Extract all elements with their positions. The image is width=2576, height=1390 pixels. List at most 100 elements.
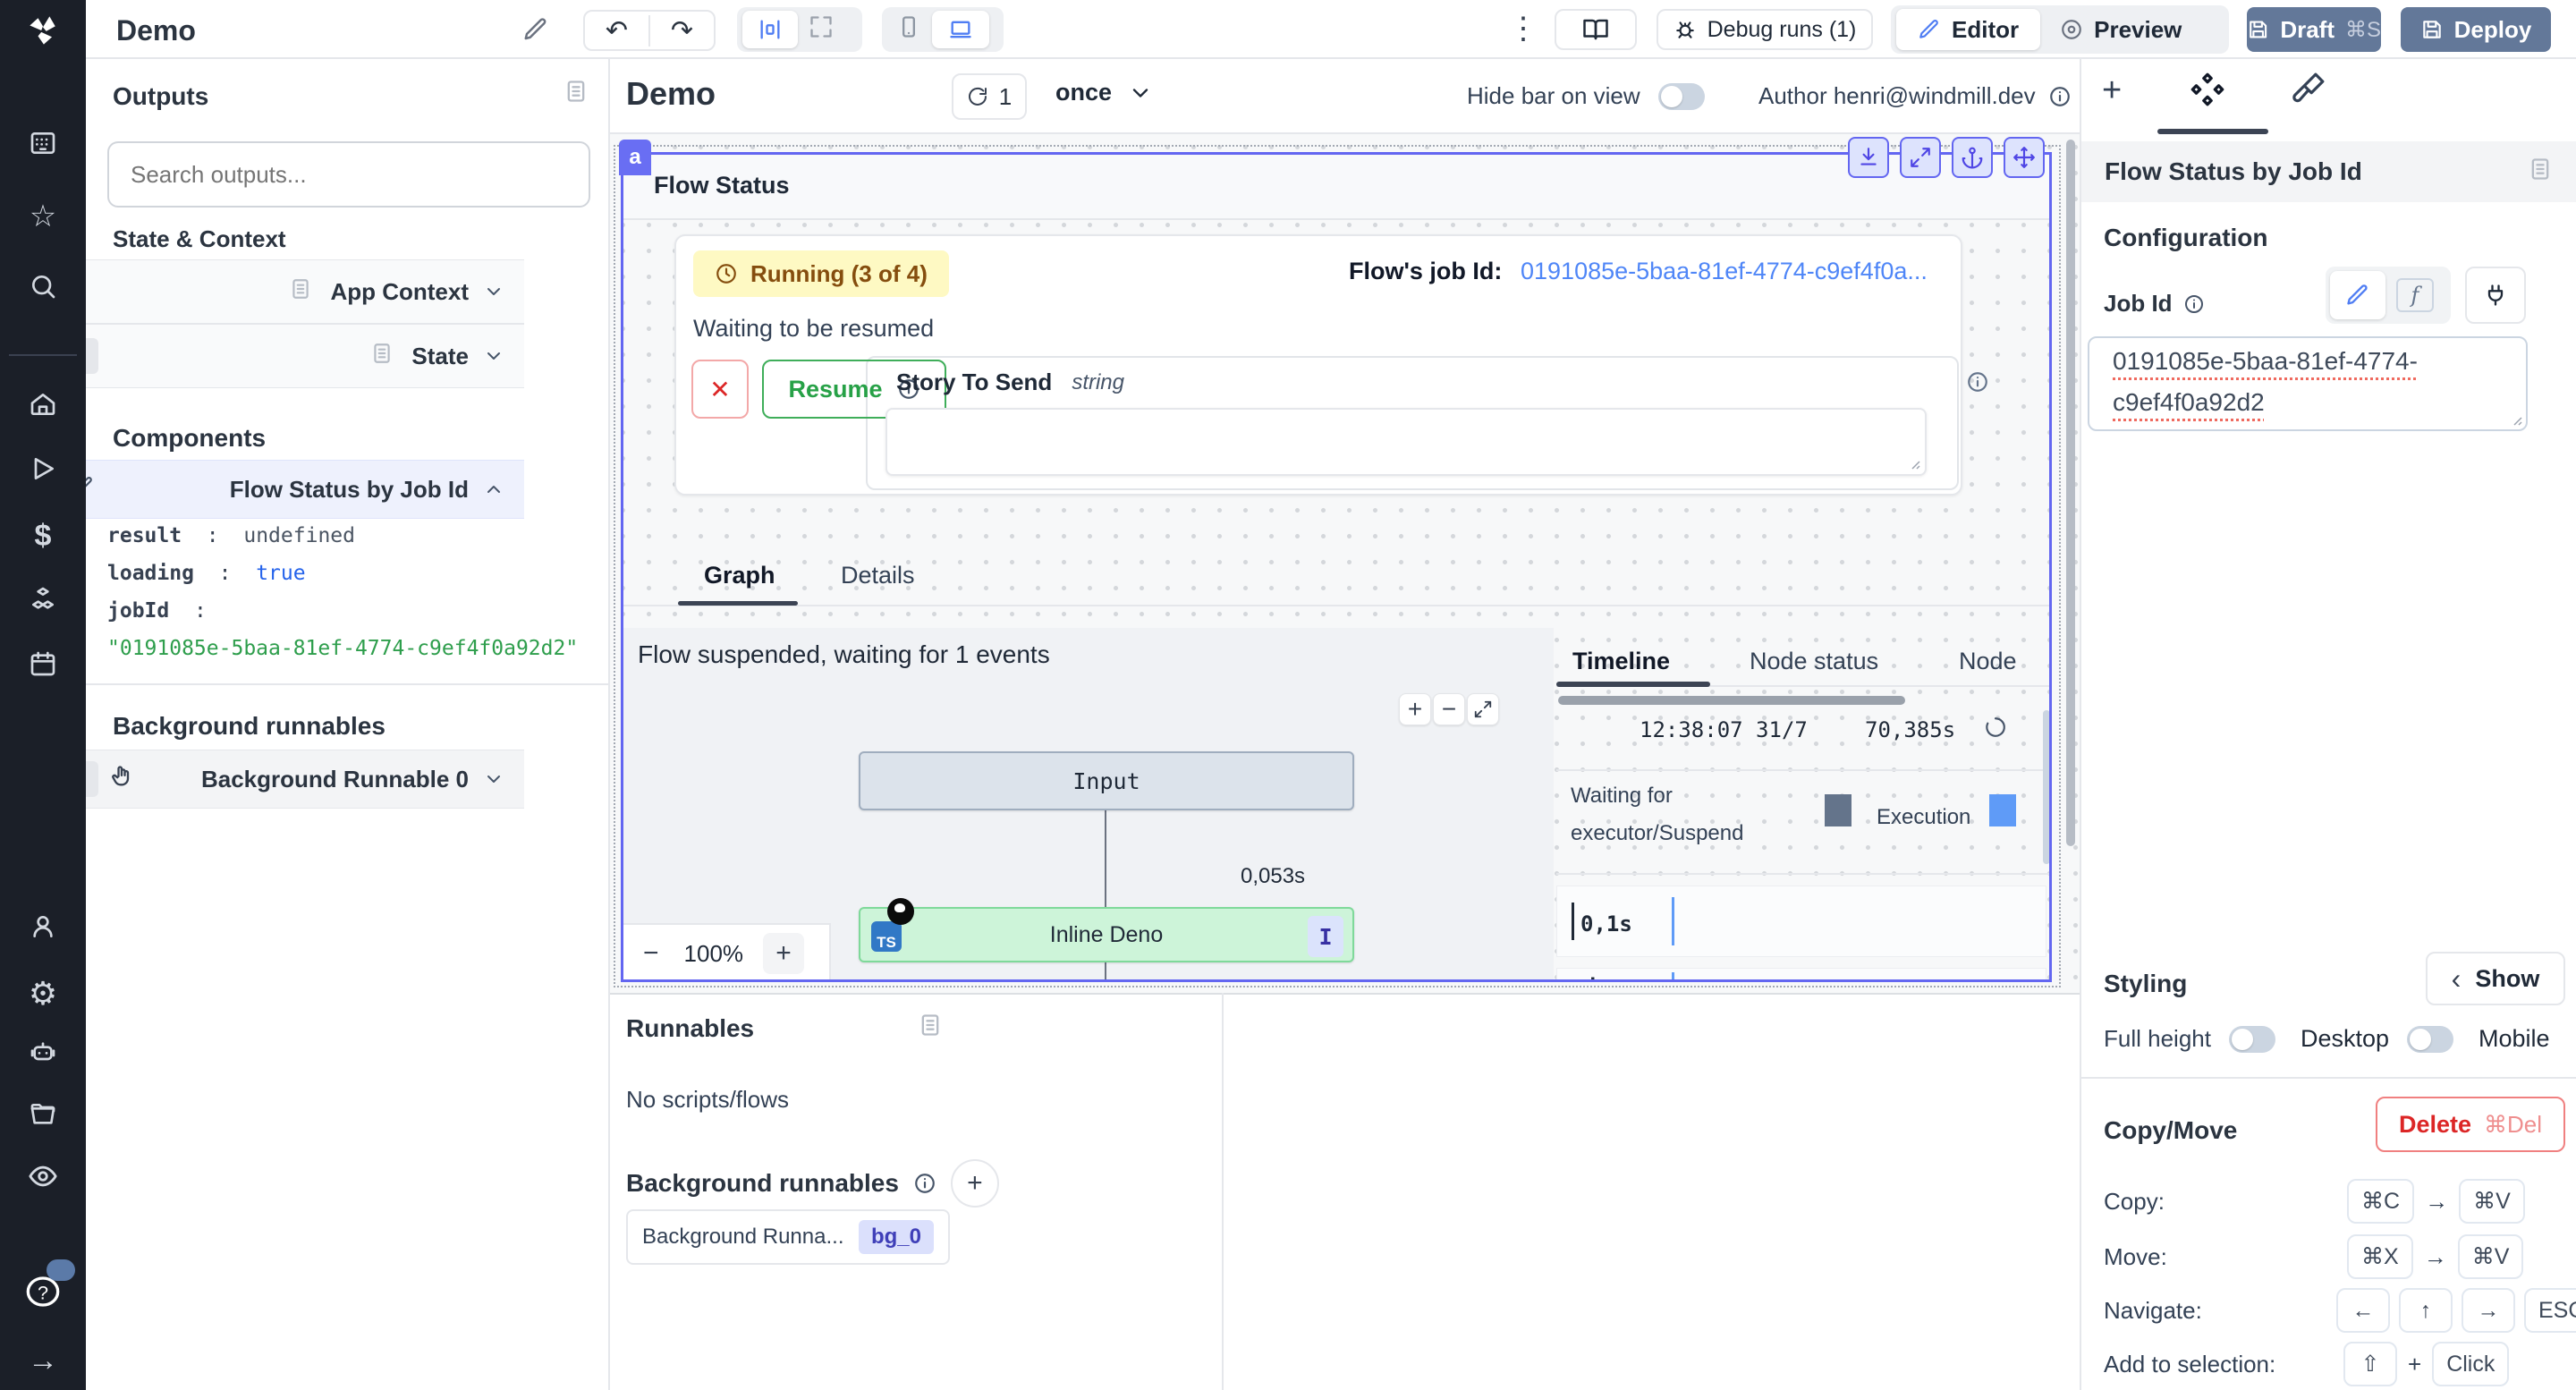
sidebar-help-icon[interactable]: ? bbox=[0, 1274, 86, 1309]
legend-waiting-line1: Waiting for bbox=[1571, 784, 1673, 809]
docs-button[interactable] bbox=[1555, 9, 1637, 50]
static-input-button[interactable] bbox=[2330, 271, 2385, 319]
edit-title-icon[interactable] bbox=[522, 16, 549, 49]
flow-graph-area[interactable]: Flow suspended, waiting for 1 events Inp… bbox=[623, 628, 1554, 982]
graph-zoom-out-button[interactable]: − bbox=[1433, 693, 1465, 725]
add-bg-runnable-button[interactable]: + bbox=[951, 1159, 999, 1208]
info-icon[interactable] bbox=[2048, 85, 2072, 108]
centered-layout-button[interactable] bbox=[742, 11, 798, 48]
outputs-doc-icon[interactable] bbox=[564, 79, 589, 110]
sidebar-workers-icon[interactable] bbox=[0, 1038, 86, 1066]
flow-status-header: Flow Status bbox=[623, 156, 2051, 220]
tab-node-status[interactable]: Node status bbox=[1750, 648, 1878, 675]
graph-zoom-in-button[interactable]: + bbox=[1399, 693, 1431, 725]
redo-button[interactable]: ↷ bbox=[650, 15, 714, 47]
flow-node-input[interactable]: Input bbox=[859, 751, 1354, 810]
windmill-app-editor: Demo ↶ ↷ ⋮ Debug runs (1) Editor bbox=[0, 0, 2576, 1390]
prop-jobid-value[interactable]: "0191085e-5baa-81ef-4774-c9ef4f0a92d2" bbox=[107, 630, 578, 667]
timeline-h-scrollbar[interactable] bbox=[1558, 696, 1905, 705]
insert-component-tab[interactable]: + bbox=[2102, 72, 2122, 110]
prop-loading[interactable]: loading : true bbox=[107, 555, 578, 592]
sidebar-collapse-icon[interactable]: → bbox=[0, 1343, 86, 1378]
expand-down-button[interactable] bbox=[1848, 137, 1889, 178]
hide-bar-label: Hide bar on view bbox=[1467, 82, 1640, 110]
run-mode-dropdown[interactable]: once bbox=[1055, 79, 1153, 106]
runnables-doc-icon[interactable] bbox=[918, 1013, 943, 1044]
sidebar-apps-icon[interactable] bbox=[0, 129, 86, 157]
search-outputs-input[interactable] bbox=[107, 141, 590, 208]
anchor-component-button[interactable] bbox=[1952, 137, 1993, 178]
refresh-count-button[interactable]: 1 bbox=[952, 73, 1027, 120]
desktop-view-button[interactable] bbox=[932, 11, 989, 48]
css-editor-tab[interactable] bbox=[2292, 72, 2326, 112]
configuration-title: Configuration bbox=[2104, 224, 2268, 252]
sidebar-user-icon[interactable] bbox=[0, 912, 86, 941]
sidebar-schedules-icon[interactable] bbox=[0, 649, 86, 678]
mobile-label: Mobile bbox=[2479, 1025, 2550, 1053]
chevron-down-icon[interactable] bbox=[483, 768, 504, 790]
connect-input-button[interactable] bbox=[2465, 267, 2526, 324]
sidebar-favorites-icon[interactable]: ☆ bbox=[0, 199, 86, 234]
sidebar-audit-icon[interactable] bbox=[0, 1161, 86, 1191]
sidebar-search-icon[interactable] bbox=[0, 272, 86, 301]
show-styling-button[interactable]: ‹ Show bbox=[2426, 952, 2565, 1005]
sidebar-runs-icon[interactable] bbox=[0, 454, 86, 483]
legend-waiting-line2: executor/Suspend bbox=[1571, 821, 1743, 846]
graph-fullscreen-button[interactable] bbox=[1467, 693, 1499, 725]
prop-jobid[interactable]: jobId : bbox=[107, 592, 578, 630]
settings-tab-underline bbox=[2157, 129, 2268, 134]
info-icon[interactable] bbox=[2183, 293, 2205, 315]
tab-editor[interactable]: Editor bbox=[1896, 9, 2040, 50]
tab-timeline[interactable]: Timeline bbox=[1572, 648, 1670, 675]
windmill-logo[interactable] bbox=[0, 11, 86, 50]
zoom-out-button[interactable]: − bbox=[643, 938, 659, 969]
sidebar-variables-icon[interactable]: $ bbox=[0, 519, 86, 554]
desktop-label: Desktop bbox=[2301, 1025, 2389, 1053]
styling-title: Styling bbox=[2104, 970, 2187, 998]
delete-button[interactable]: Delete ⌘Del bbox=[2376, 1097, 2565, 1152]
component-id-tab[interactable]: a bbox=[619, 140, 651, 175]
desktop-toggle[interactable] bbox=[2407, 1026, 2453, 1053]
flow-node-inline-deno[interactable]: TS Inline Deno I bbox=[859, 907, 1354, 962]
story-textarea[interactable] bbox=[886, 408, 1927, 476]
sidebar-resources-icon[interactable] bbox=[0, 585, 86, 614]
draft-button[interactable]: Draft ⌘S bbox=[2247, 7, 2381, 52]
undo-button[interactable]: ↶ bbox=[585, 15, 650, 47]
deploy-button[interactable]: Deploy bbox=[2401, 7, 2551, 52]
hide-bar-toggle[interactable] bbox=[1658, 83, 1705, 110]
sidebar-folders-icon[interactable] bbox=[0, 1100, 86, 1129]
tab-graph[interactable]: Graph bbox=[704, 562, 775, 589]
full-height-toggle[interactable] bbox=[2229, 1026, 2275, 1053]
move-component-button[interactable] bbox=[2004, 137, 2045, 178]
info-icon[interactable] bbox=[913, 1172, 936, 1195]
bg-runnable-item[interactable]: Background Runna... bg_0 bbox=[626, 1209, 950, 1265]
canvas-scrollbar[interactable] bbox=[2066, 140, 2075, 846]
settings-tab[interactable] bbox=[2190, 72, 2225, 114]
doc-icon[interactable] bbox=[2528, 157, 2553, 188]
job-id-link[interactable]: 0191085e-5baa-81ef-4774-c9ef4f0a... bbox=[1521, 258, 1928, 285]
tab-preview[interactable]: Preview bbox=[2040, 9, 2201, 50]
chevron-down-icon[interactable] bbox=[483, 281, 504, 302]
debug-runs-button[interactable]: Debug runs (1) bbox=[1657, 9, 1873, 50]
chevron-down-icon[interactable] bbox=[483, 345, 504, 367]
job-id-textarea[interactable]: 0191085e-5baa-81ef-4774- c9ef4f0a92d2 bbox=[2088, 336, 2528, 431]
fullwidth-layout-button[interactable] bbox=[809, 14, 834, 46]
tab-details[interactable]: Details bbox=[841, 562, 915, 589]
kebab-menu[interactable]: ⋮ bbox=[1508, 11, 1538, 47]
sidebar-settings-icon[interactable]: ⚙ bbox=[0, 975, 86, 1013]
eval-input-button[interactable]: f bbox=[2396, 278, 2434, 312]
chevron-up-icon[interactable] bbox=[483, 479, 504, 500]
tab-node[interactable]: Node bbox=[1959, 648, 2017, 675]
prop-result[interactable]: result : undefined bbox=[107, 517, 578, 555]
zoom-in-button[interactable]: + bbox=[763, 933, 804, 974]
timeline-v-scrollbar[interactable] bbox=[2043, 710, 2050, 864]
info-icon[interactable] bbox=[1966, 370, 1989, 394]
fullscreen-component-button[interactable] bbox=[1900, 137, 1941, 178]
mobile-view-button[interactable] bbox=[896, 14, 921, 46]
state-type-label: State bbox=[411, 343, 469, 370]
timeline-active-underline bbox=[1556, 682, 1710, 687]
legend-waiting-swatch bbox=[1825, 794, 1852, 826]
sidebar-home-icon[interactable] bbox=[0, 390, 86, 419]
suspended-banner: Flow suspended, waiting for 1 events bbox=[638, 640, 1050, 669]
cancel-button[interactable]: ✕ bbox=[691, 360, 749, 419]
